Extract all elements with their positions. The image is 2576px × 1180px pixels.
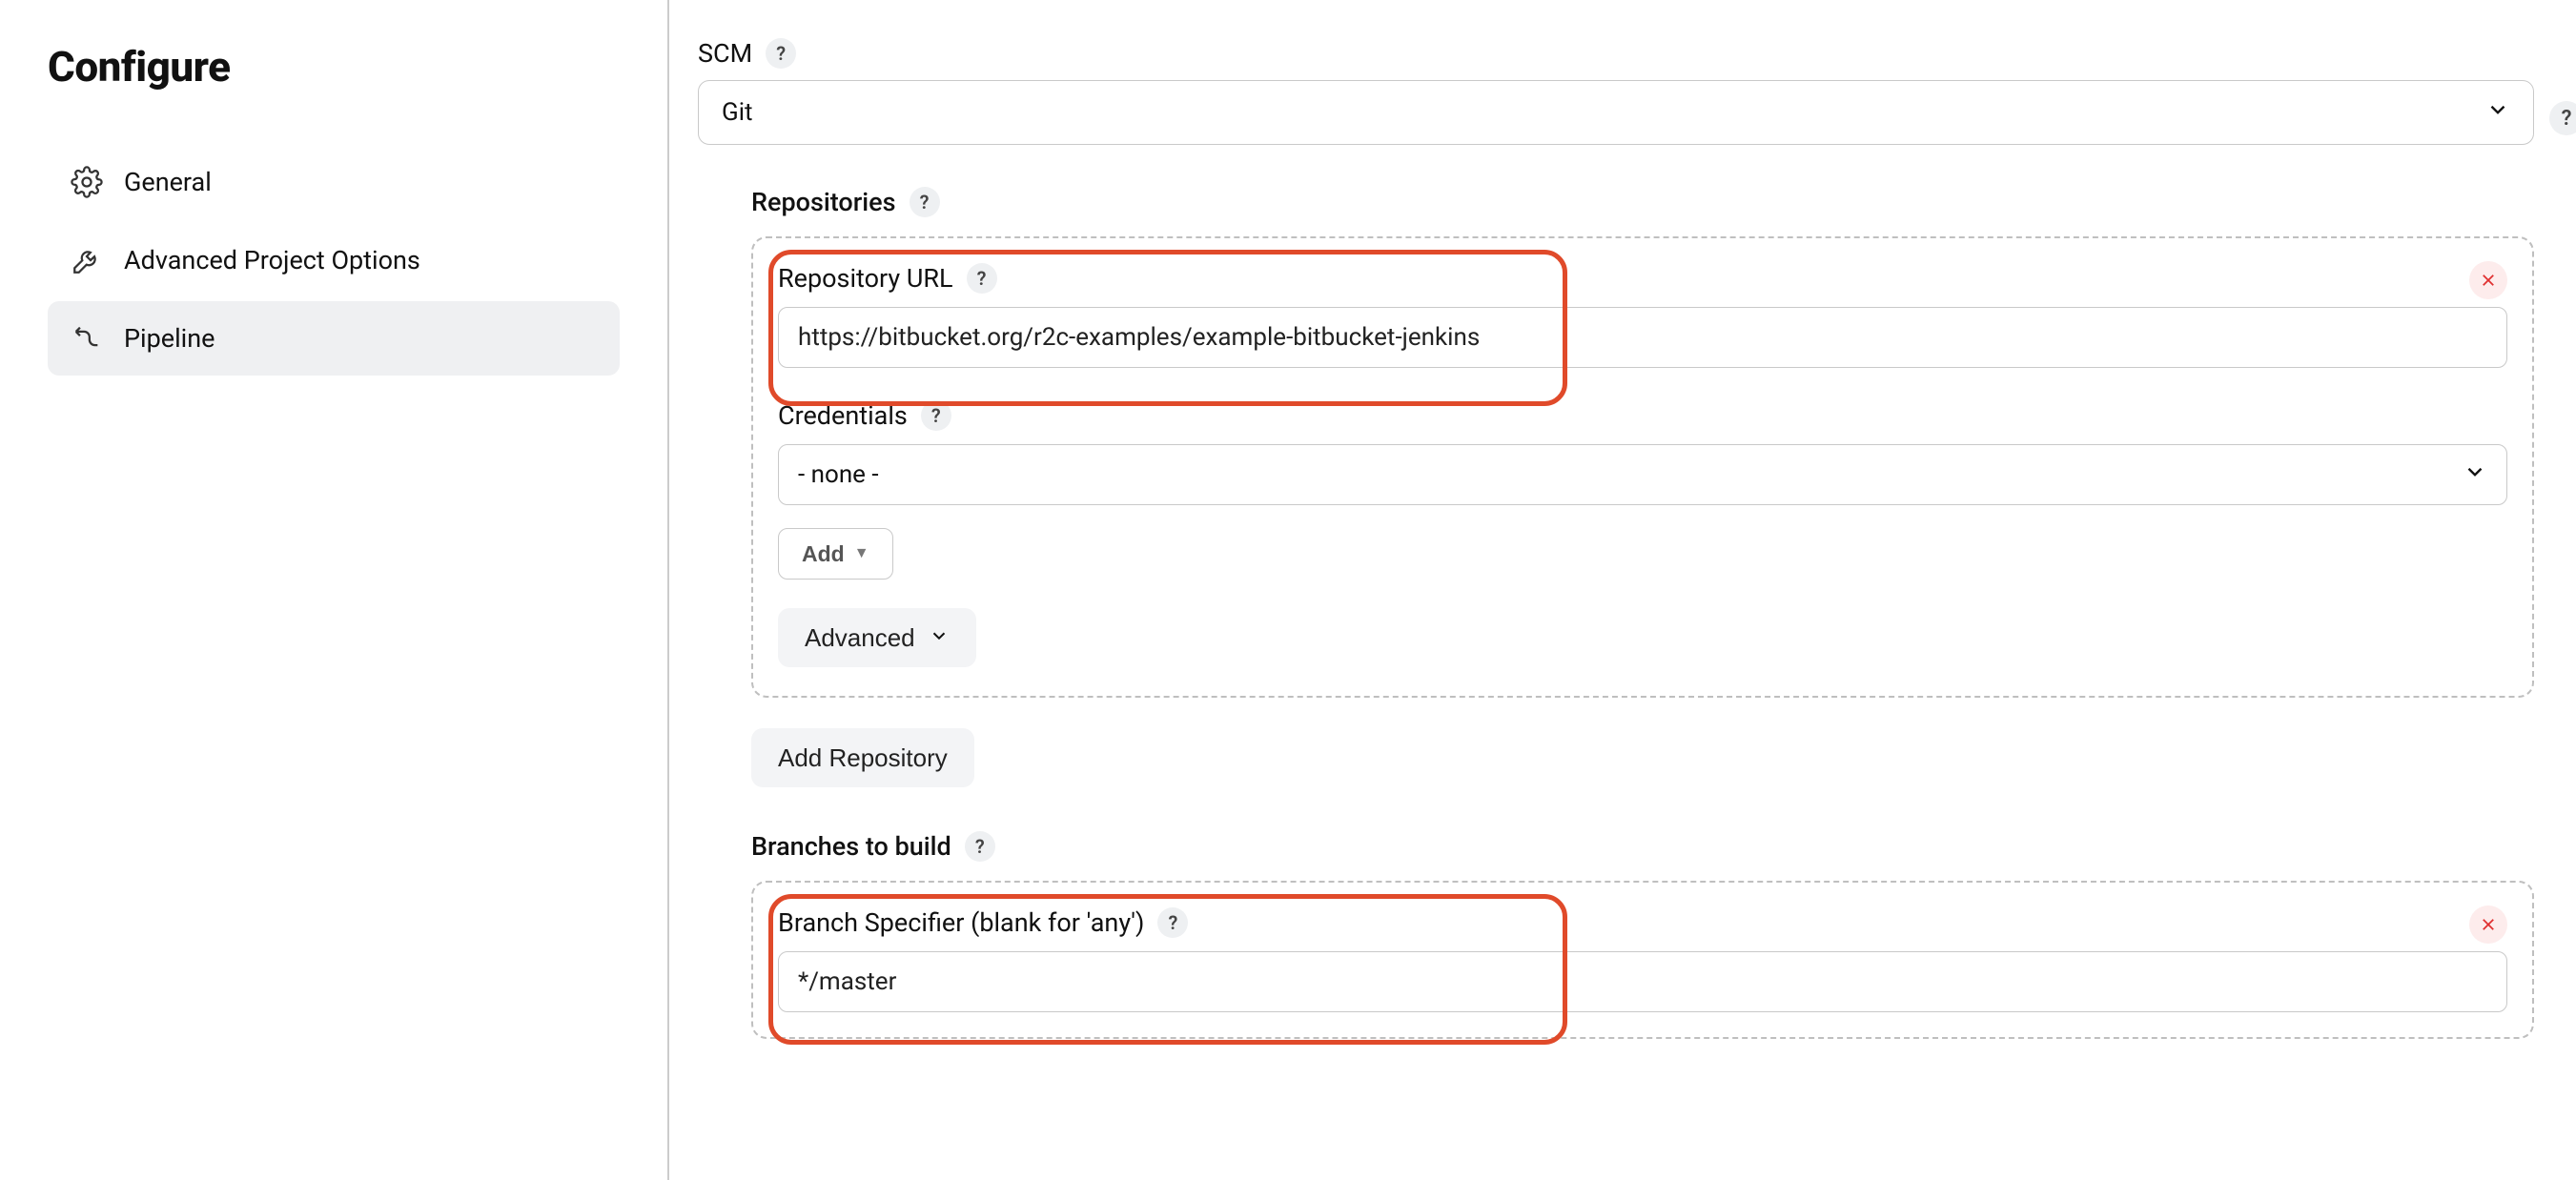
help-icon[interactable]: ? bbox=[921, 400, 951, 431]
branches-label: Branches to build bbox=[751, 831, 951, 862]
caret-down-icon: ▼ bbox=[854, 545, 869, 562]
scm-select[interactable]: Git bbox=[698, 80, 2534, 145]
help-icon[interactable]: ? bbox=[967, 263, 997, 294]
advanced-label: Advanced bbox=[805, 623, 915, 653]
sidebar-item-advanced-project-options[interactable]: Advanced Project Options bbox=[48, 223, 620, 297]
add-credentials-button[interactable]: Add ▼ bbox=[778, 528, 893, 580]
repository-url-label: Repository URL bbox=[778, 263, 953, 294]
add-label: Add bbox=[802, 541, 845, 567]
scm-selected-value: Git bbox=[722, 98, 753, 127]
branch-specifier-input[interactable] bbox=[778, 951, 2507, 1012]
chevron-down-icon bbox=[2463, 459, 2487, 491]
help-icon[interactable]: ? bbox=[2549, 101, 2576, 135]
branch-specifier-label: Branch Specifier (blank for 'any') bbox=[778, 907, 1144, 938]
chevron-down-icon bbox=[929, 623, 950, 653]
scm-select-row: Git ? bbox=[698, 80, 2534, 145]
repository-url-group: Repository URL ? bbox=[778, 263, 2507, 368]
repositories-label-row: Repositories ? bbox=[751, 187, 2534, 217]
help-icon[interactable]: ? bbox=[766, 38, 796, 69]
help-icon[interactable]: ? bbox=[965, 831, 995, 862]
sidebar: Configure General Advanced Project Optio… bbox=[0, 0, 667, 1180]
sidebar-item-label: General bbox=[124, 167, 212, 197]
repository-card: Repository URL ? Credentials ? - none - bbox=[751, 236, 2534, 698]
scm-label: SCM bbox=[698, 38, 752, 69]
repositories-label: Repositories bbox=[751, 187, 896, 217]
advanced-button[interactable]: Advanced bbox=[778, 608, 976, 667]
repositories-section: Repositories ? Repository URL ? bbox=[751, 187, 2534, 1039]
credentials-selected-value: - none - bbox=[798, 460, 879, 489]
repository-url-input[interactable] bbox=[778, 307, 2507, 368]
sidebar-item-label: Pipeline bbox=[124, 323, 215, 354]
wrench-icon bbox=[71, 244, 103, 276]
add-repository-button[interactable]: Add Repository bbox=[751, 728, 974, 787]
branches-label-row: Branches to build ? bbox=[751, 831, 2534, 862]
branch-card: Branch Specifier (blank for 'any') ? bbox=[751, 881, 2534, 1039]
credentials-label: Credentials bbox=[778, 400, 908, 431]
add-repository-label: Add Repository bbox=[778, 743, 948, 773]
sidebar-item-label: Advanced Project Options bbox=[124, 245, 420, 275]
help-icon[interactable]: ? bbox=[910, 187, 940, 217]
main-content: SCM ? Git ? Repositories ? bbox=[669, 0, 2576, 1180]
chevron-down-icon bbox=[2485, 97, 2510, 129]
branch-specifier-group: Branch Specifier (blank for 'any') ? bbox=[778, 907, 2507, 1012]
credentials-select[interactable]: - none - bbox=[778, 444, 2507, 505]
credentials-group: Credentials ? - none - Add ▼ bbox=[778, 400, 2507, 580]
page-title: Configure bbox=[48, 42, 629, 92]
pipeline-icon bbox=[71, 322, 103, 355]
sidebar-item-pipeline[interactable]: Pipeline bbox=[48, 301, 620, 376]
help-icon[interactable]: ? bbox=[1157, 907, 1188, 938]
scm-label-row: SCM ? bbox=[698, 38, 2534, 69]
sidebar-item-general[interactable]: General bbox=[48, 145, 620, 219]
gear-icon bbox=[71, 166, 103, 198]
